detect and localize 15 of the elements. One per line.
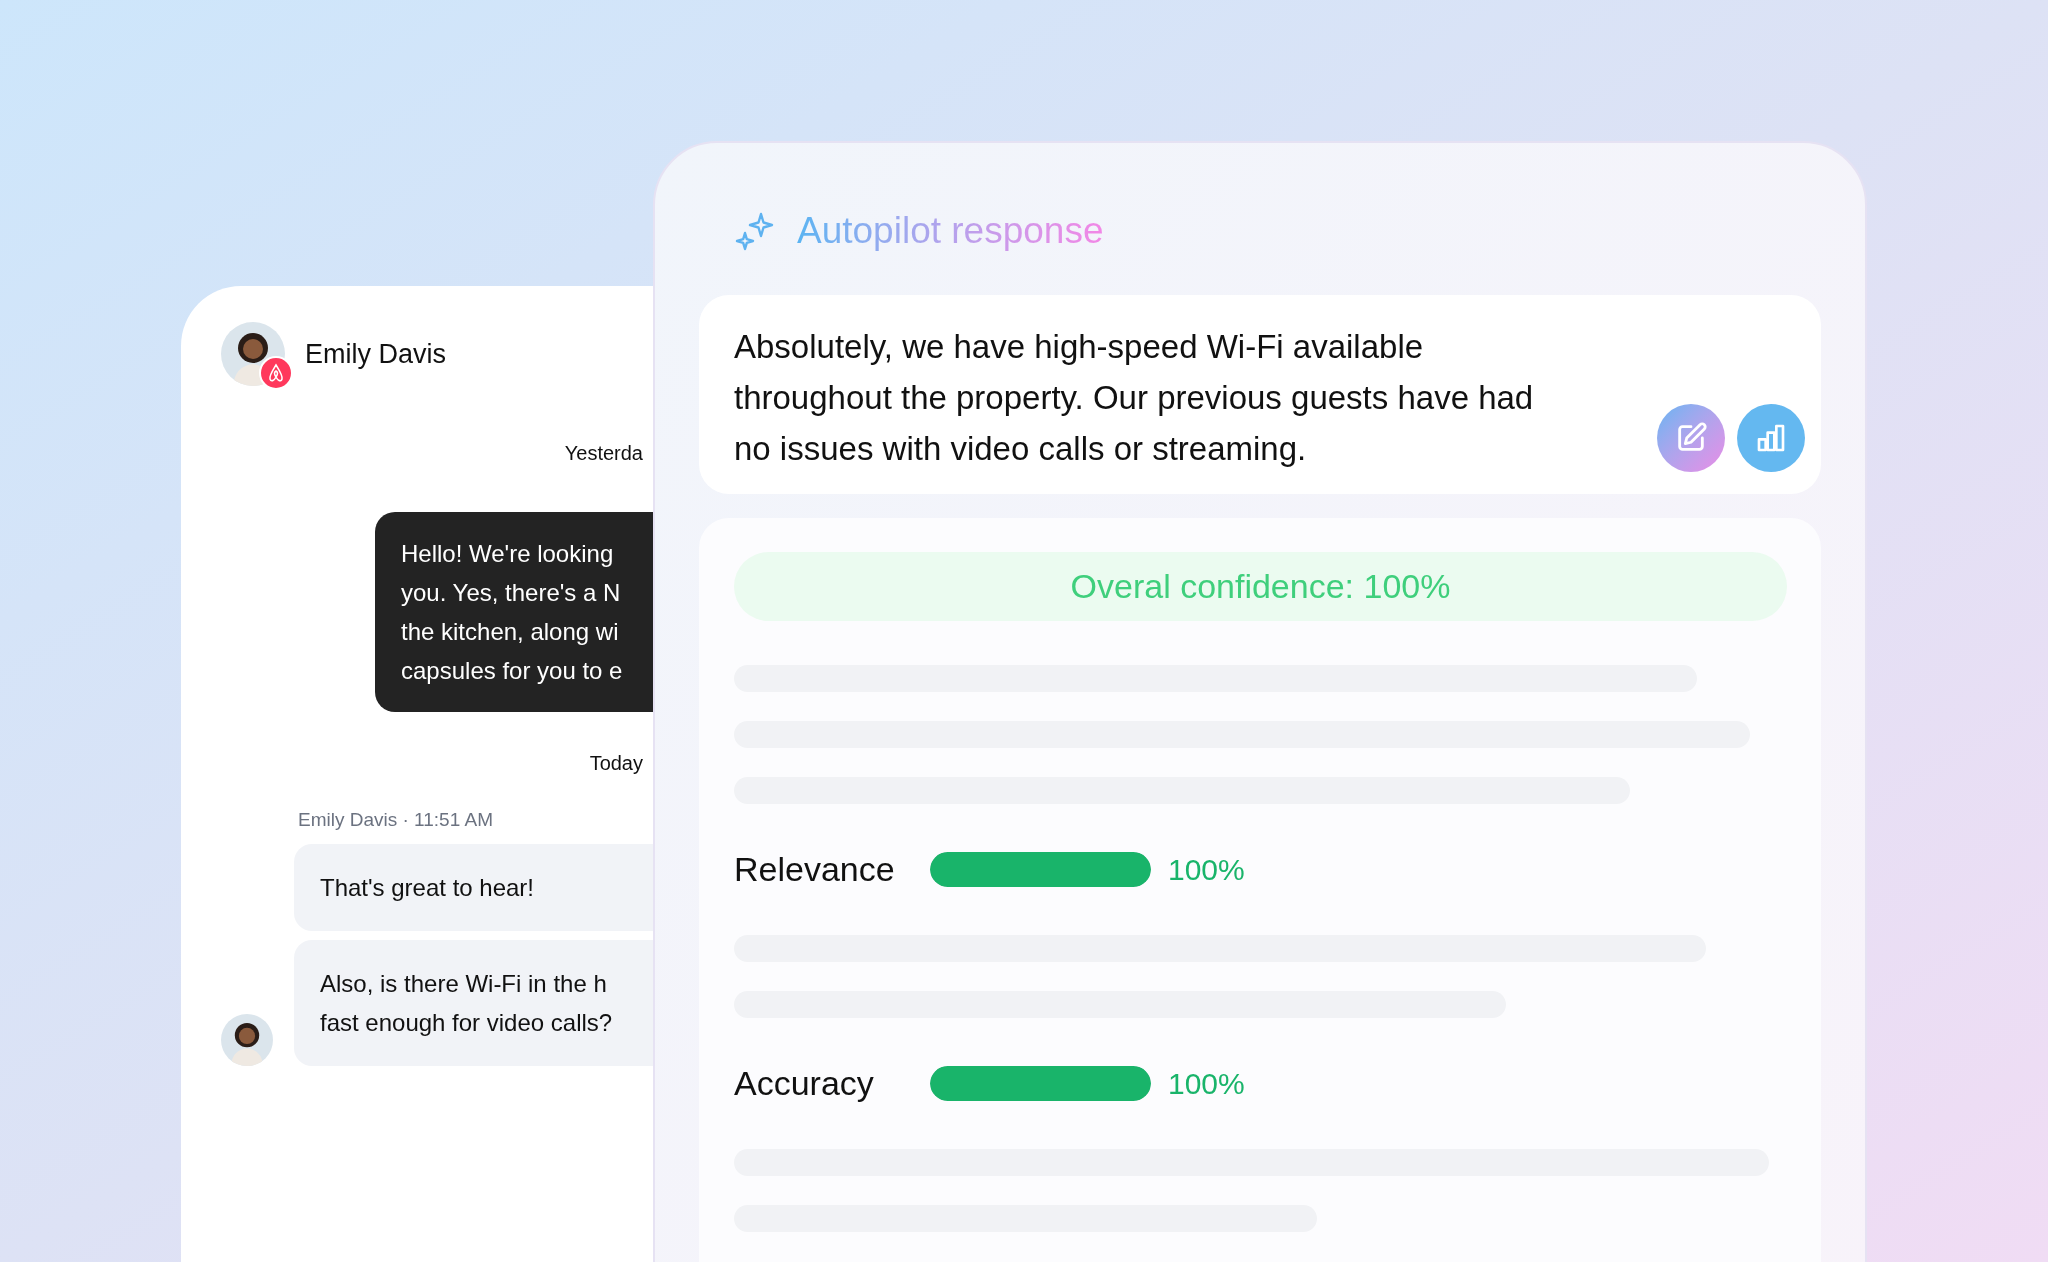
score-value: 100%: [1168, 1065, 1245, 1102]
metric-label: Accuracy: [734, 1062, 875, 1104]
confidence-banner: Overal confidence: 100%: [734, 551, 1787, 621]
received-message: That's great to hear!: [294, 843, 653, 931]
received-message: Also, is there Wi-Fi in the h fast enough for video calls?: [294, 939, 653, 1066]
source-badge-icon: [259, 356, 293, 390]
date-label: Today: [589, 751, 643, 776]
sparkle-icon: [735, 210, 775, 251]
response-text: Absolutely, we have high-speed Wi-Fi available throughout the property. Our previous guests have had no issues with video calls or streaming.: [734, 326, 1535, 469]
date-label: Yesterda: [564, 441, 643, 466]
sent-message: Hello! We're looking you. Yes, there's a N the kitchen, along wi capsules for you to e: [375, 512, 653, 712]
score-value: 100%: [1168, 851, 1245, 888]
contact-name: Emily Davis: [305, 337, 446, 371]
message-meta: Emily Davis · 11:51 AM: [298, 808, 494, 832]
metric-label: Relevance: [734, 848, 896, 890]
